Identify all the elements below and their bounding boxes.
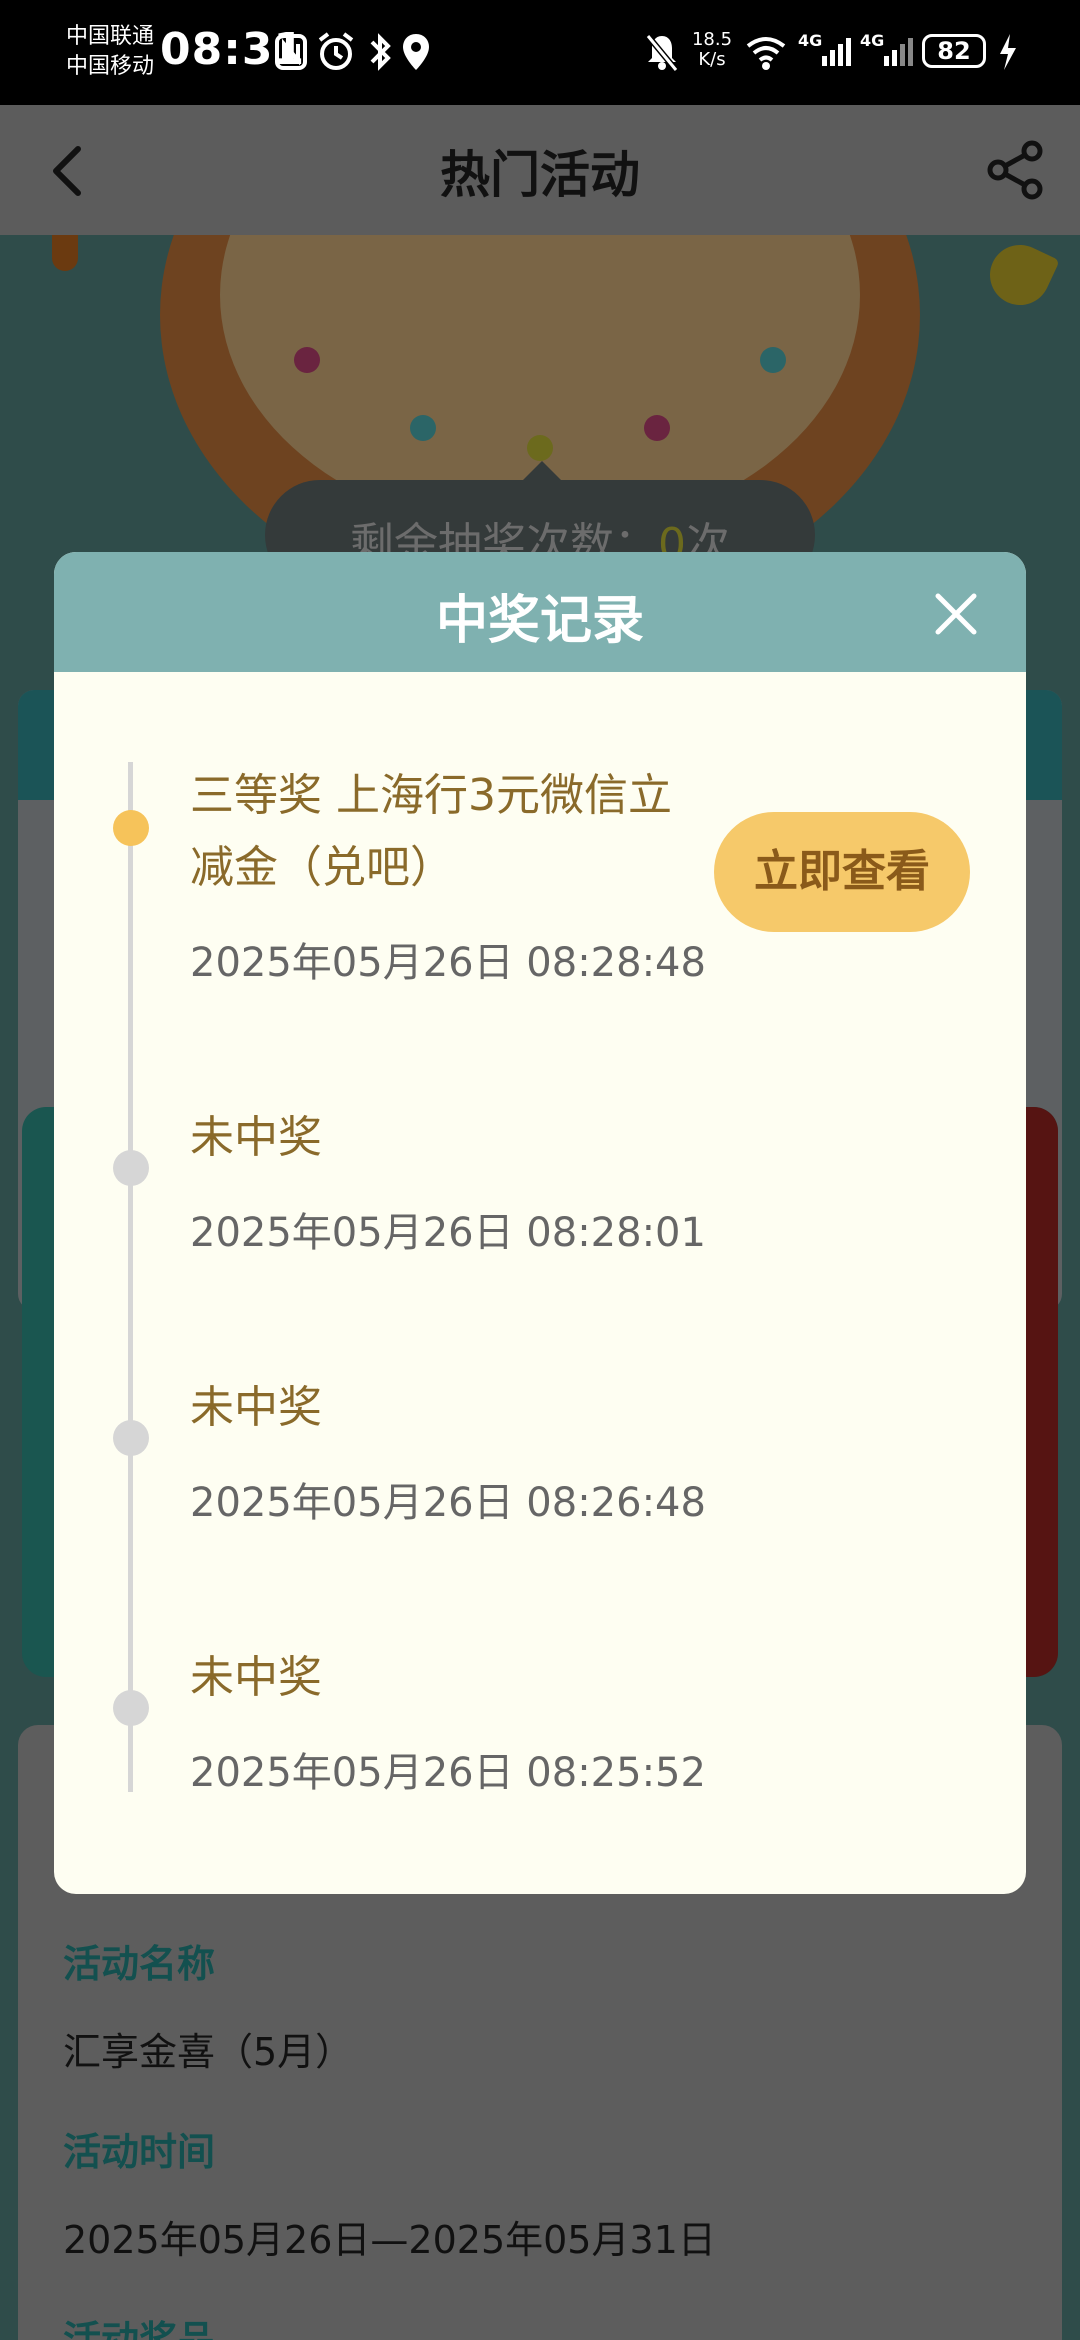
signal-1-icon: 4G (798, 30, 854, 74)
close-icon (935, 593, 977, 635)
prize-name: 未中奖 (190, 1112, 322, 1163)
confetti-decoration (52, 235, 78, 271)
modal-title: 中奖记录 (435, 591, 644, 651)
record-time: 2025年05月26日 08:28:48 (190, 940, 706, 986)
activity-time: 2025年05月26日—2025年05月31日 (63, 2218, 716, 2262)
prize-record-modal: 中奖记录 三等奖 上海行3元微信立 减金（兑吧） 2025年05月26日 08:… (54, 552, 1026, 1894)
location-icon (400, 30, 432, 74)
signal-2-net-type: 4G (860, 31, 884, 50)
record-time: 2025年05月26日 08:26:48 (190, 1480, 706, 1526)
wifi-icon (744, 30, 788, 74)
wheel-light (644, 415, 670, 441)
share-icon (987, 140, 1043, 200)
signal-1-net-type: 4G (798, 31, 822, 50)
view-prize-button[interactable]: 立即查看 (714, 812, 970, 932)
page-title: 热门活动 (440, 146, 640, 204)
modal-header: 中奖记录 (54, 552, 1026, 672)
network-speed-unit: K/s (698, 49, 726, 70)
prize-name: 未中奖 (190, 1652, 322, 1703)
bluetooth-icon (366, 30, 394, 74)
alarm-icon (316, 30, 356, 74)
prize-name-line: 三等奖 上海行3元微信立 (190, 770, 672, 821)
timeline-dot (113, 1690, 149, 1726)
wheel-light (760, 347, 786, 373)
confetti-decoration (980, 235, 1060, 315)
share-button[interactable] (980, 135, 1050, 205)
wheel-light (294, 347, 320, 373)
activity-prize-label: 活动奖品 (63, 2318, 216, 2340)
charging-icon (996, 30, 1020, 74)
prize-name: 三等奖 上海行3元微信立 减金（兑吧） (190, 760, 672, 904)
carrier-names: 中国联通 中国移动 (66, 22, 154, 82)
activity-name: 汇享金喜（5月） (63, 2030, 354, 2074)
battery-indicator: 82 (922, 34, 986, 68)
nfc-icon (274, 30, 308, 74)
wheel-light (527, 435, 553, 461)
carrier-2: 中国移动 (66, 54, 155, 79)
carrier-1: 中国联通 (66, 24, 155, 49)
timeline-line (128, 762, 133, 1792)
timeline-dot-active (113, 810, 149, 846)
app-header: 热门活动 (0, 105, 1080, 235)
record-time: 2025年05月26日 08:25:52 (190, 1750, 706, 1796)
prize-name-line: 减金（兑吧） (190, 842, 454, 893)
activity-time-label: 活动时间 (63, 2130, 216, 2174)
signal-2-icon: 4G (860, 30, 916, 74)
timeline-dot (113, 1420, 149, 1456)
network-speed: 18.5 K/s (690, 30, 734, 70)
activity-name-label: 活动名称 (63, 1942, 216, 1986)
prize-name: 未中奖 (190, 1382, 322, 1433)
mute-bell-icon (644, 30, 680, 74)
network-speed-value: 18.5 (691, 29, 733, 50)
wheel-light (410, 415, 436, 441)
status-bar: 中国联通 中国移动 08:31 18.5 K/s 4G 4G 82 (0, 0, 1080, 105)
timeline-dot (113, 1150, 149, 1186)
close-button[interactable] (934, 592, 978, 636)
record-time: 2025年05月26日 08:28:01 (190, 1210, 706, 1256)
